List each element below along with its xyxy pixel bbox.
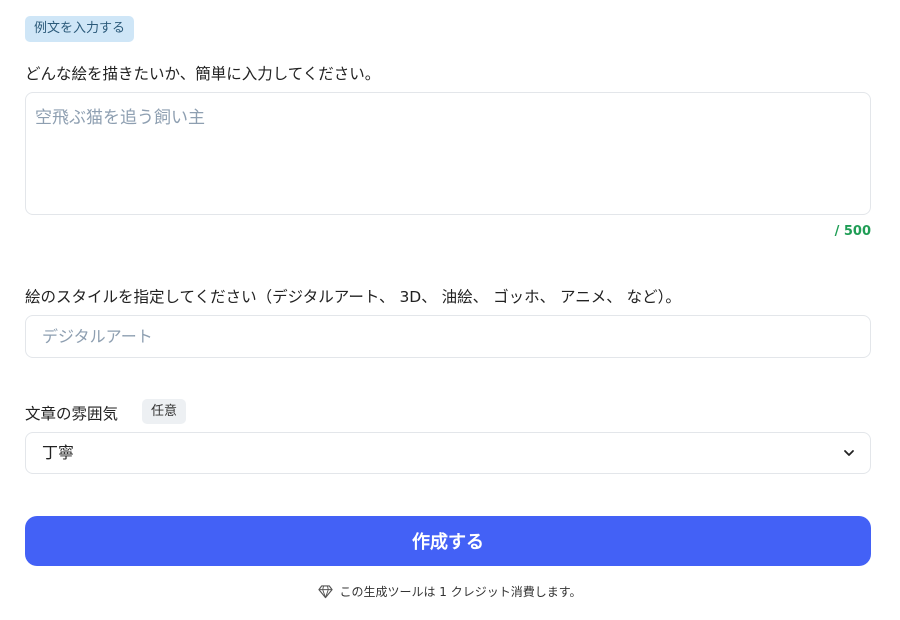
create-button[interactable]: 作成する [25, 516, 871, 566]
description-label: どんな絵を描きたいか、簡単に入力してください。 [25, 65, 381, 83]
optional-badge: 任意 [142, 399, 187, 424]
character-counter: / 500 [834, 224, 871, 239]
description-textarea[interactable] [25, 92, 871, 215]
tone-select[interactable]: 丁寧 [25, 432, 871, 474]
style-label: 絵のスタイルを指定してください（デジタルアート、 3D、 油絵、 ゴッホ、 アニ… [25, 288, 681, 306]
style-input[interactable] [25, 315, 871, 358]
diamond-icon [318, 585, 334, 599]
credit-note-text: この生成ツールは 1 クレジット消費します。 [339, 585, 582, 599]
tone-selected-value: 丁寧 [42, 443, 75, 462]
example-text-button[interactable]: 例文を入力する [25, 16, 135, 42]
credit-note: この生成ツールは 1 クレジット消費します。 [0, 583, 900, 600]
tone-label: 文章の雰囲気 [25, 405, 119, 423]
chevron-down-icon [844, 450, 854, 456]
